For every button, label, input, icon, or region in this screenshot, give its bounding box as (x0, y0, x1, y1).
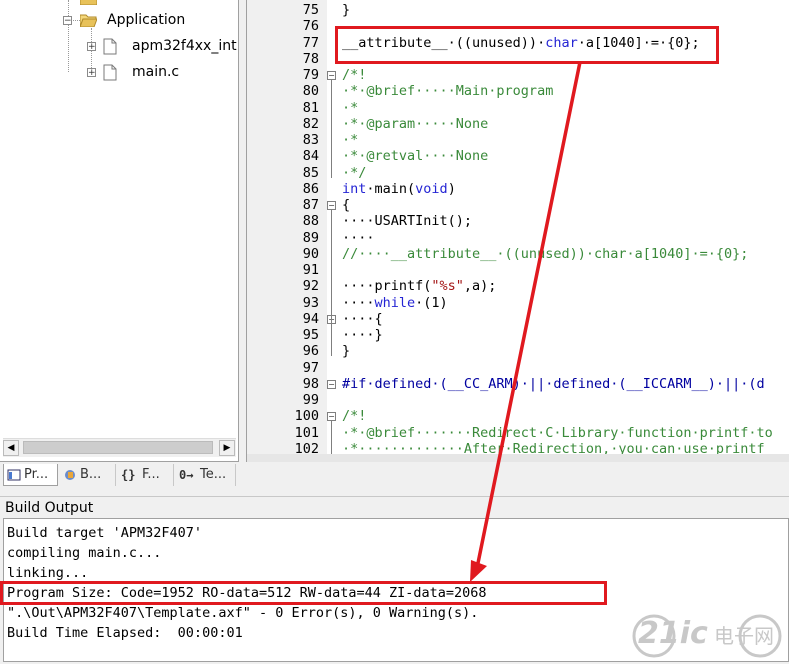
line-number: 89 (302, 229, 319, 246)
tree-file-label: main.c (132, 64, 180, 80)
line-number: 81 (302, 99, 319, 116)
fold-guide (331, 210, 332, 357)
code-line: /*! (342, 408, 367, 425)
line-number: 100 (294, 408, 319, 425)
line-number: 95 (302, 327, 319, 343)
tree-folder-label: Application (107, 12, 186, 28)
tree-guide (68, 0, 69, 72)
line-number: 91 (302, 262, 319, 278)
site-watermark-logo: 21ic 电子网 (630, 612, 785, 660)
code-line: ·*·@param·····None (342, 115, 489, 132)
tab-label: Pr... (24, 467, 49, 482)
project-window-tabs: Pr... B... {} F... 0→ Te... (0, 461, 238, 490)
fold-toggle-icon[interactable]: − (327, 71, 336, 80)
fold-toggle-icon[interactable]: − (327, 412, 336, 422)
line-number: 92 (302, 278, 319, 295)
line-number: 99 (302, 392, 319, 408)
tab-label: B... (80, 467, 102, 482)
watermark-subtext: 电子网 (714, 624, 774, 648)
line-number: 96 (302, 343, 319, 360)
line-number: 101 (294, 424, 319, 441)
build-line: linking... (7, 565, 89, 581)
c-file-icon (103, 64, 117, 81)
line-number: 88 (302, 213, 319, 230)
build-line: Build Time Elapsed: 00:00:01 (7, 625, 243, 641)
line-number: 77 (302, 34, 319, 51)
code-line: ·*·@brief·······Redirect·C·Library·funct… (342, 424, 773, 441)
code-line: ·*·@retval····None (342, 148, 489, 165)
line-number: 85 (302, 164, 319, 181)
highlight-box-program-size (0, 581, 607, 605)
tab-templates[interactable]: 0→ Te... (176, 464, 236, 486)
tab-functions[interactable]: {} F... (118, 464, 174, 486)
line-number: 87 (302, 197, 319, 213)
code-line: #if·defined·(__CC_ARM)·||·defined·(__ICC… (342, 375, 765, 392)
line-number: 79 (302, 67, 319, 83)
scrollbar-thumb[interactable] (23, 441, 213, 454)
line-number: 76 (302, 18, 319, 35)
build-output-title: Build Output (0, 496, 789, 518)
code-line: /*! (342, 67, 367, 83)
books-icon (65, 470, 75, 480)
code-line: ····} (342, 327, 383, 343)
code-line: ····printf("%s",a); (342, 278, 497, 295)
line-number: 75 (302, 2, 319, 18)
code-line: //····__attribute__·((unused))·char·a[10… (342, 245, 749, 262)
line-number: 84 (302, 148, 319, 165)
collapse-icon[interactable]: − (63, 16, 72, 26)
line-number: 86 (302, 180, 319, 197)
tab-label: F... (142, 467, 160, 482)
code-line: { (342, 197, 351, 213)
line-number: 83 (302, 132, 319, 148)
code-line: ····USARTInit(); (342, 213, 473, 230)
code-line: int·main(void) (342, 180, 456, 197)
ide-window: − Application + apm32f4xx_int.c + main.c… (0, 0, 789, 662)
fold-guide (331, 421, 332, 454)
project-panel: − Application + apm32f4xx_int.c + main.c… (0, 0, 239, 462)
code-line: ·*·@brief·····Main·program (342, 83, 554, 100)
fold-guide (331, 80, 332, 178)
functions-icon: {} (121, 468, 136, 482)
tree-file-label: apm32f4xx_int.c (132, 38, 239, 54)
code-line: ···· (342, 229, 375, 246)
line-number: 90 (302, 245, 319, 262)
templates-icon: 0→ (179, 468, 194, 482)
fold-toggle-icon[interactable]: − (327, 201, 336, 210)
project-icon (7, 469, 21, 481)
code-line: } (342, 2, 351, 18)
line-number: 97 (302, 359, 319, 376)
code-line: } (342, 343, 351, 360)
line-number: 94 (302, 310, 319, 327)
highlight-box-array-declaration (335, 26, 719, 64)
tab-books[interactable]: B... (60, 464, 116, 486)
code-editor[interactable]: 75} 76 77 __attribute__·((unused))·char·a[1… (246, 0, 789, 462)
fold-toggle-icon[interactable]: − (327, 379, 336, 389)
code-line: ·* (342, 132, 359, 148)
code-line: ·* (342, 99, 359, 116)
scroll-right-arrow-icon[interactable]: ▶ (219, 440, 235, 456)
build-line: Build target 'APM32F407' (7, 525, 203, 541)
watermark-text: 21ic (638, 616, 708, 651)
line-number: 98 (302, 375, 319, 392)
code-line: ····{ (342, 310, 383, 327)
line-number: 93 (302, 294, 319, 311)
project-horizontal-scrollbar[interactable]: ◀ ▶ (3, 438, 236, 457)
code-line: ····while·(1) (342, 294, 448, 311)
tab-project[interactable]: Pr... (3, 464, 58, 486)
tab-label: Te... (200, 467, 227, 482)
expand-icon[interactable]: + (87, 68, 96, 78)
line-number: 80 (302, 83, 319, 100)
build-line: ".\Out\APM32F407\Template.axf" - 0 Error… (7, 605, 479, 621)
open-folder-icon (80, 14, 97, 27)
editor-horizontal-scrollbar[interactable] (247, 454, 789, 462)
expand-icon[interactable]: + (87, 42, 96, 52)
code-line: ·*/ (342, 164, 367, 181)
scroll-left-arrow-icon[interactable]: ◀ (3, 440, 19, 456)
line-number: 78 (302, 50, 319, 67)
c-file-icon (103, 38, 117, 55)
folder-icon (80, 0, 97, 5)
line-number: 82 (302, 115, 319, 132)
build-line: compiling main.c... (7, 545, 162, 561)
